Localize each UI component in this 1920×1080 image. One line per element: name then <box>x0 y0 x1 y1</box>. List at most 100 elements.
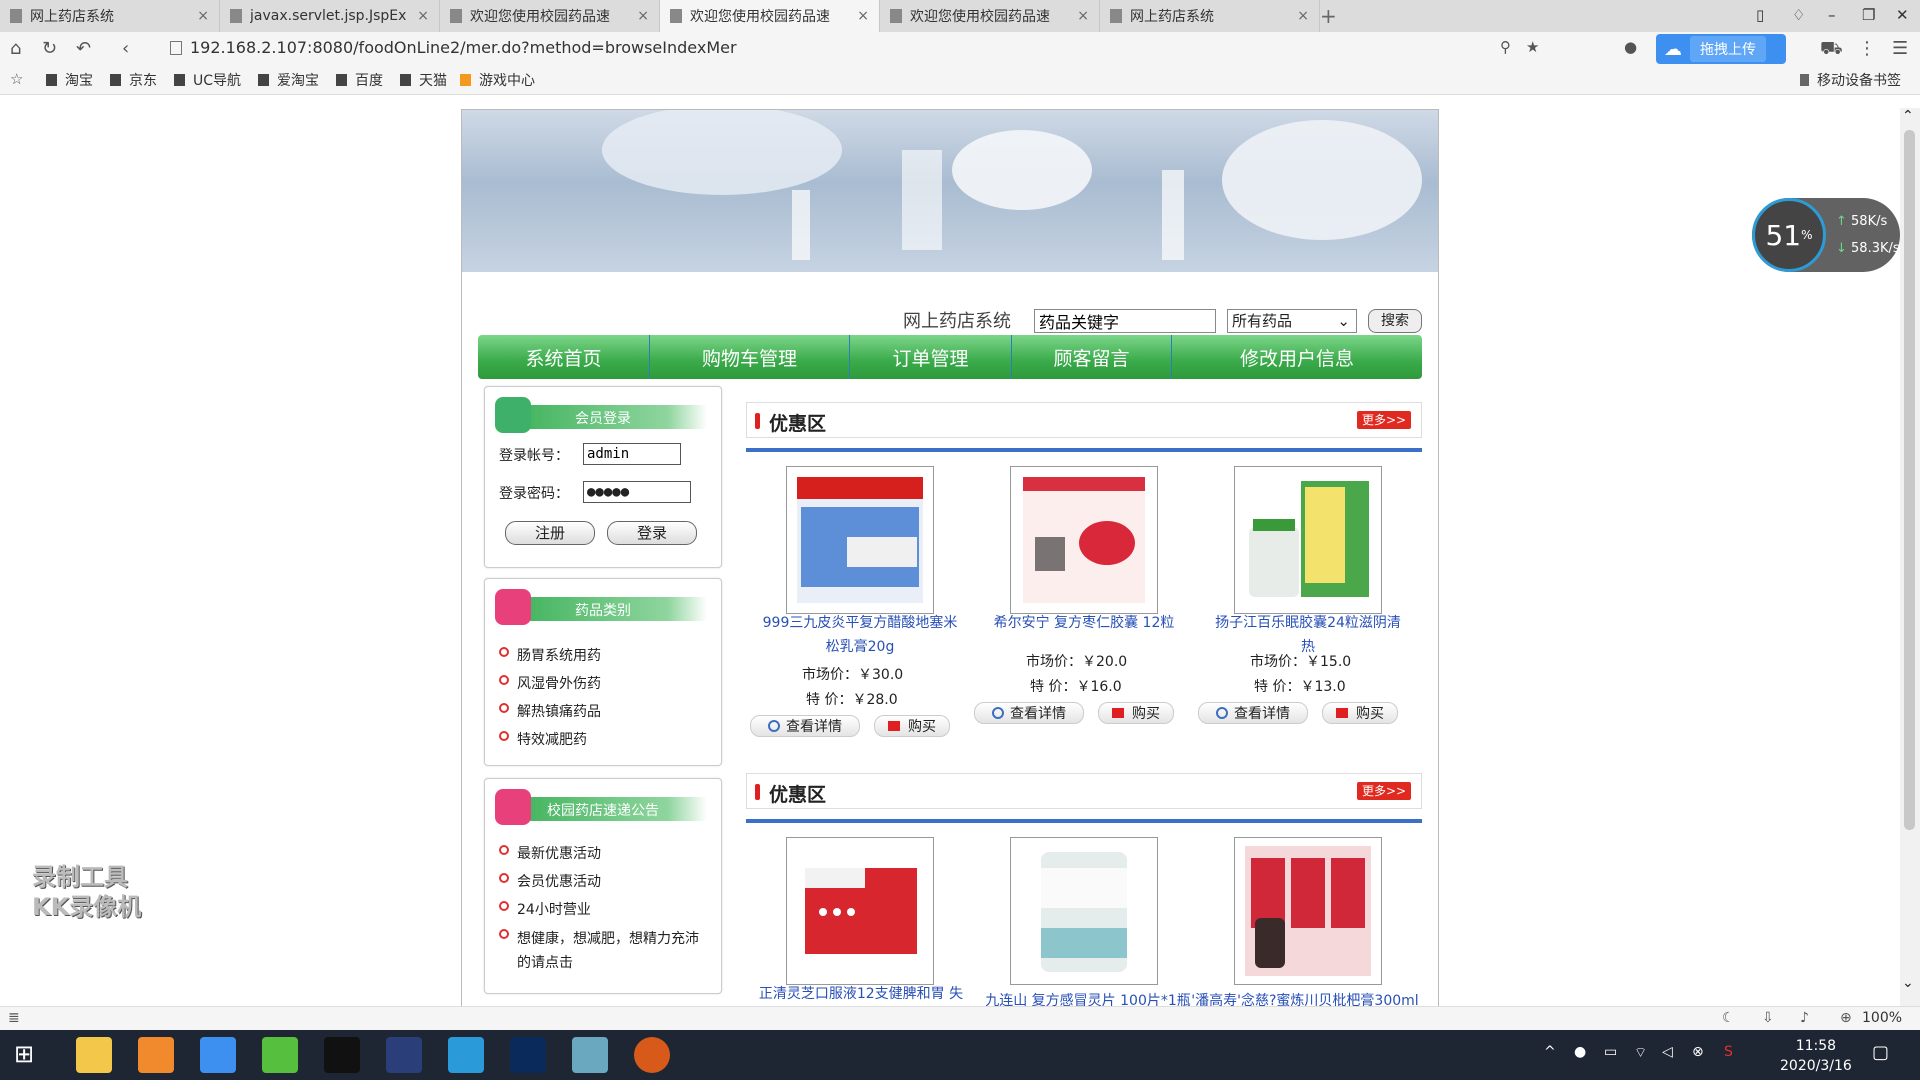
category-item[interactable]: 风湿骨外伤药 <box>499 673 601 693</box>
bookmark-item[interactable]: 游戏中心 <box>460 70 535 90</box>
wifi-icon[interactable]: ⌔ <box>1634 1044 1647 1062</box>
night-mode-icon[interactable]: ☾ <box>1722 1010 1735 1026</box>
search-button[interactable]: 搜索 <box>1368 309 1422 333</box>
windows-start-icon[interactable]: ⊞ <box>14 1040 34 1068</box>
browser-tab[interactable]: 欢迎您使用校园药品速 × <box>440 0 660 32</box>
buy-button[interactable]: 购买 <box>1098 702 1174 724</box>
notice-item[interactable]: 会员优惠活动 <box>499 871 601 891</box>
search-input[interactable] <box>1034 309 1216 333</box>
nav-messages[interactable]: 顾客留言 <box>1012 335 1172 379</box>
close-window-icon[interactable]: ✕ <box>1896 6 1909 24</box>
restore-tabs-icon[interactable]: ▯ <box>1756 6 1764 24</box>
nav-home[interactable]: 系统首页 <box>478 335 650 379</box>
more-icon[interactable]: ⋮ <box>1858 38 1876 59</box>
zoom-icon[interactable]: ⊕ <box>1840 1010 1852 1026</box>
bookmark-item[interactable]: UC导航 <box>174 70 241 90</box>
notice-item[interactable]: 想健康，想减肥，想精力充沛的请点击 <box>499 927 711 975</box>
baidu-netdisk-icon[interactable] <box>200 1037 236 1073</box>
recorder-icon[interactable] <box>634 1037 670 1073</box>
bookmark-star-icon[interactable]: ☆ <box>10 70 23 88</box>
notice-item[interactable]: 24小时营业 <box>499 899 591 919</box>
back-icon[interactable]: ‹ <box>122 38 129 59</box>
browser-tab-active[interactable]: 欢迎您使用校园药品速 × <box>660 0 880 32</box>
page-info-icon[interactable] <box>170 41 182 55</box>
home-icon[interactable]: ⌂ <box>10 38 21 59</box>
battery-icon[interactable]: ▭ <box>1604 1044 1617 1060</box>
upload-button[interactable]: ☁ 拖拽上传 <box>1656 34 1786 64</box>
password-input[interactable]: ●●●●● <box>583 481 691 503</box>
close-icon[interactable]: × <box>417 8 429 24</box>
close-icon[interactable]: × <box>637 8 649 24</box>
bookmark-item[interactable]: 淘宝 <box>46 70 93 90</box>
notice-item[interactable]: 最新优惠活动 <box>499 843 601 863</box>
browser-tab[interactable]: 网上药店系统 × <box>0 0 220 32</box>
mobile-bookmarks[interactable]: 移动设备书签 <box>1800 70 1901 90</box>
bookmark-item[interactable]: 天猫 <box>400 70 447 90</box>
product-image[interactable] <box>786 466 934 614</box>
view-detail-button[interactable]: 查看详情 <box>1198 702 1308 724</box>
teamviewer-icon[interactable] <box>448 1037 484 1073</box>
product-name[interactable]: 999三九皮炎平复方醋酸地塞米松乳膏20g <box>762 611 958 659</box>
notification-icon[interactable]: ▢ <box>1872 1042 1889 1063</box>
app-green-icon[interactable] <box>262 1037 298 1073</box>
sogou-ime-icon[interactable]: S <box>1724 1044 1733 1060</box>
close-icon[interactable]: × <box>1297 8 1309 24</box>
view-detail-button[interactable]: 查看详情 <box>750 715 860 737</box>
category-item[interactable]: 特效减肥药 <box>499 729 587 749</box>
file-explorer-icon[interactable] <box>76 1037 112 1073</box>
nav-orders[interactable]: 订单管理 <box>850 335 1012 379</box>
bookmark-item[interactable]: 京东 <box>110 70 157 90</box>
qq-icon[interactable] <box>324 1037 360 1073</box>
zoom-level[interactable]: 100% <box>1862 1010 1902 1026</box>
browser-tab[interactable]: 网上药店系统 × <box>1100 0 1320 32</box>
undo-icon[interactable]: ↶ <box>76 38 91 59</box>
close-icon[interactable]: × <box>1077 8 1089 24</box>
nav-cart[interactable]: 购物车管理 <box>650 335 850 379</box>
product-image[interactable] <box>1234 837 1382 985</box>
more-button[interactable]: 更多>> <box>1357 411 1411 429</box>
taskbar-clock[interactable]: 11:58 2020/3/16 <box>1780 1036 1852 1076</box>
reload-icon[interactable]: ↻ <box>42 38 57 59</box>
close-icon[interactable]: × <box>857 8 869 24</box>
buy-button[interactable]: 购买 <box>874 715 950 737</box>
scroll-up-icon[interactable]: ⌃ <box>1902 108 1914 124</box>
sound-icon[interactable]: ♪ <box>1800 1010 1809 1026</box>
browser-tab[interactable]: 欢迎您使用校园药品速 × <box>880 0 1100 32</box>
url-field[interactable]: 192.168.2.107:8080/foodOnLine2/mer.do?me… <box>190 38 737 57</box>
new-tab-icon[interactable]: + <box>1320 4 1337 28</box>
product-image[interactable] <box>1010 837 1158 985</box>
qq-tray-icon[interactable]: ● <box>1574 1044 1586 1060</box>
category-item[interactable]: 解热镇痛药品 <box>499 701 601 721</box>
product-image[interactable] <box>1234 466 1382 614</box>
pin-icon[interactable]: ⚲ <box>1500 38 1511 56</box>
cart-icon[interactable]: ⛟ <box>1820 38 1843 62</box>
bookmark-item[interactable]: 百度 <box>336 70 383 90</box>
category-item[interactable]: 肠胃系统用药 <box>499 645 601 665</box>
bookmark-item[interactable]: 爱淘宝 <box>258 70 319 90</box>
notepad-icon[interactable] <box>572 1037 608 1073</box>
login-button[interactable]: 登录 <box>607 521 697 545</box>
download-icon[interactable]: ⇩ <box>1762 1010 1774 1026</box>
view-detail-button[interactable]: 查看详情 <box>974 702 1084 724</box>
product-name[interactable]: 希尔安宁 复方枣仁胶囊 12粒 <box>986 611 1182 635</box>
photoshop-icon[interactable] <box>510 1037 546 1073</box>
minimize-icon[interactable]: – <box>1828 6 1836 24</box>
volume-icon[interactable]: ◁ <box>1662 1044 1673 1060</box>
tray-expand-icon[interactable]: ^ <box>1544 1044 1556 1060</box>
category-select[interactable]: 所有药品 ⌄ <box>1227 309 1357 333</box>
baidu-icon[interactable]: ● <box>1624 38 1637 56</box>
register-button[interactable]: 注册 <box>505 521 595 545</box>
sidebar-toggle-icon[interactable]: ≣ <box>8 1010 20 1026</box>
more-button[interactable]: 更多>> <box>1357 782 1411 800</box>
scroll-down-icon[interactable]: ⌄ <box>1902 975 1914 991</box>
buy-button[interactable]: 购买 <box>1322 702 1398 724</box>
maximize-icon[interactable]: ❐ <box>1862 6 1875 24</box>
shirt-icon[interactable]: ♢ <box>1792 6 1805 24</box>
account-input[interactable] <box>583 443 681 465</box>
uc-browser-icon[interactable] <box>138 1037 174 1073</box>
product-image[interactable] <box>1010 466 1158 614</box>
close-icon[interactable]: × <box>197 8 209 24</box>
menu-icon[interactable]: ☰ <box>1892 38 1908 59</box>
star-icon[interactable]: ★ <box>1526 38 1539 56</box>
pen-tool-icon[interactable] <box>386 1037 422 1073</box>
